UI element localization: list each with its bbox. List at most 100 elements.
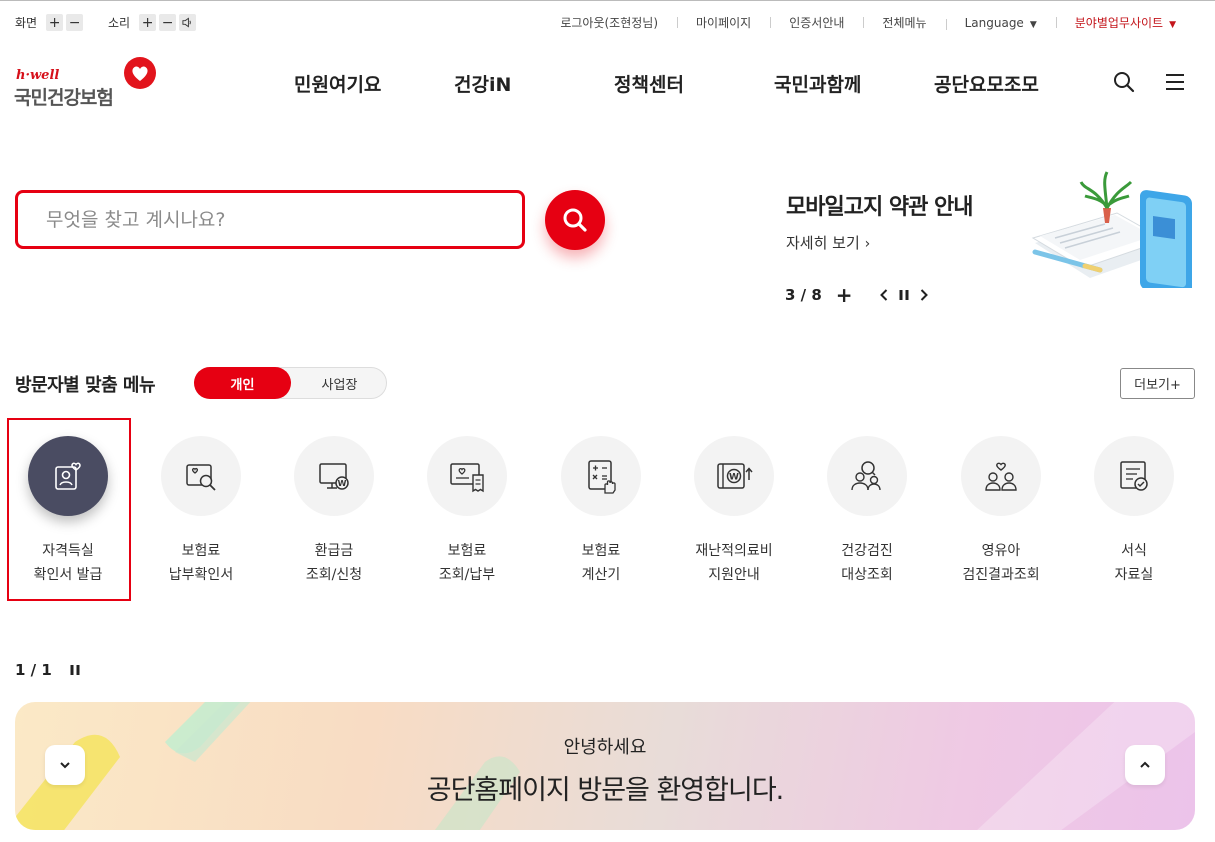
caret-down-icon: ▼ (1029, 19, 1037, 30)
menu-item-label: 서식 자료실 (1074, 539, 1194, 587)
visitor-menu-title: 방문자별 맞춤 메뉴 (15, 375, 156, 396)
menu-icon-circle (827, 436, 907, 516)
logo-hwell-text: h·well (16, 68, 60, 83)
screen-zoom-out-button[interactable]: − (66, 14, 84, 31)
business-site-dropdown[interactable]: 분야별업무사이트 ▼ (1055, 14, 1195, 31)
nav-with-people[interactable]: 국민과함께 (774, 70, 861, 97)
nhis-logo[interactable]: h·well 국민건강보험 (14, 56, 159, 109)
chevron-right-icon (920, 289, 928, 301)
menu-item-label: 자격득실 확인서 발급 (8, 539, 128, 587)
chevron-down-icon (60, 762, 70, 769)
banner-pause-button[interactable] (898, 289, 910, 301)
menu-item-forms-library[interactable]: 서식 자료실 (1074, 436, 1194, 587)
utility-links: 로그아웃(조현정님) 마이페이지 인증서안내 전체메뉴 Language ▼ 분야… (541, 14, 1195, 31)
menu-item-label-line2: 계산기 (581, 567, 621, 583)
screen-zoom-in-button[interactable]: + (46, 14, 64, 31)
menu-icon-circle (561, 436, 641, 516)
nav-policy-center[interactable]: 정책센터 (614, 70, 684, 97)
full-menu-link[interactable]: 전체메뉴 (863, 14, 945, 31)
menu-item-label: 환급금 조회/신청 (274, 539, 394, 587)
menu-pause-button[interactable] (69, 664, 81, 676)
chevron-up-icon (1140, 761, 1150, 768)
chevron-right-icon: › (864, 236, 871, 252)
business-site-label: 분야별업무사이트 (1074, 16, 1164, 30)
menu-item-label-line2: 검진결과조회 (962, 567, 1040, 583)
menu-item-label-line1: 서식 (1121, 543, 1147, 559)
toggle-business[interactable]: 사업장 (291, 367, 388, 399)
banner-more-link[interactable]: 자세히 보기 › (786, 232, 870, 253)
menu-item-premium-calculator[interactable]: 보험료계산기 (541, 436, 661, 587)
nav-about[interactable]: 공단요모조모 (934, 70, 1039, 97)
certificate-guide-link[interactable]: 인증서안내 (770, 14, 863, 31)
menu-item-label-line1: 영유아 (981, 543, 1021, 559)
pause-icon (899, 290, 909, 300)
search-icon[interactable] (1112, 70, 1136, 94)
menu-icon-circle (961, 436, 1041, 516)
more-button[interactable]: 더보기+ (1120, 368, 1195, 399)
logo-name: 국민건강보험 (14, 87, 114, 109)
certificate-person-icon (55, 462, 81, 490)
nav-health-in[interactable]: 건강iN (454, 70, 511, 97)
speaker-button[interactable] (179, 14, 197, 31)
menu-item-label: 건강검진 대상조회 (807, 539, 927, 587)
menu-item-catastrophic-medical-support[interactable]: W 재난적의료비 지원안내 (674, 436, 794, 587)
menu-item-label-line2: 납부확인서 (168, 567, 234, 583)
speaker-icon (182, 17, 191, 28)
hamburger-menu-icon[interactable] (1163, 70, 1187, 94)
menu-item-premium-payment-certificate[interactable]: 보험료 납부확인서 (141, 436, 261, 587)
menu-item-label-line2: 지원안내 (708, 567, 760, 583)
welcome-panel: 안녕하세요 공단홈페이지 방문을 환영합니다. (15, 702, 1195, 830)
banner-more-label: 자세히 보기 (786, 234, 860, 252)
menu-item-label: 보험료계산기 (541, 539, 661, 587)
sound-controls: 소리 + − (108, 14, 197, 31)
menu-icon-circle: W (294, 436, 374, 516)
people-search-icon (851, 461, 881, 491)
volume-up-button[interactable]: + (139, 14, 157, 31)
banner-prev-button[interactable] (879, 288, 889, 302)
welcome-greeting: 안녕하세요 (563, 737, 647, 758)
search-input[interactable] (18, 193, 522, 246)
welcome-collapse-button[interactable] (1125, 745, 1165, 785)
menu-item-refund-inquiry[interactable]: W 환급금 조회/신청 (274, 436, 394, 587)
menu-item-infant-checkup-result[interactable]: 영유아검진결과조회 (941, 436, 1061, 587)
search-icon (563, 208, 587, 232)
nav-minwon[interactable]: 민원여기요 (294, 70, 381, 97)
language-label: Language (964, 15, 1024, 30)
logout-link[interactable]: 로그아웃(조현정님) (541, 14, 677, 31)
toggle-personal[interactable]: 개인 (194, 367, 291, 399)
menu-item-label: 재난적의료비 지원안내 (674, 539, 794, 587)
menu-icon-circle: W (694, 436, 774, 516)
search-button[interactable] (545, 190, 605, 250)
svg-text:W: W (338, 479, 347, 488)
menu-icon-circle (28, 436, 108, 516)
menu-item-qualification-certificate[interactable]: 자격득실 확인서 발급 (8, 436, 128, 587)
receipt-icon (450, 463, 484, 493)
heart-logo-icon (124, 57, 156, 89)
menu-item-label-line2: 확인서 발급 (33, 567, 103, 583)
menu-item-label-line1: 보험료 (581, 543, 621, 559)
menu-item-label: 보험료 납부확인서 (141, 539, 261, 587)
banner-add-button[interactable]: + (836, 283, 853, 307)
banner-controls: 3 / 8 + (785, 283, 929, 307)
form-document-icon (1120, 461, 1148, 491)
volume-down-button[interactable]: − (159, 14, 177, 31)
welcome-expand-button[interactable] (45, 745, 85, 785)
mypage-link[interactable]: 마이페이지 (677, 14, 770, 31)
menu-item-health-checkup-target[interactable]: 건강검진 대상조회 (807, 436, 927, 587)
won-support-icon: W (717, 463, 753, 489)
banner-title: 모바일고지 약관 안내 (786, 195, 973, 220)
menu-icon-circle (1094, 436, 1174, 516)
menu-page-indicator: 1 / 1 (15, 661, 52, 679)
welcome-decoration (15, 702, 1195, 830)
welcome-message: 공단홈페이지 방문을 환영합니다. (426, 775, 785, 806)
screen-zoom-controls: 화면 + − (15, 14, 84, 31)
pause-icon (70, 665, 80, 675)
sound-label: 소리 (108, 16, 131, 30)
menu-item-label-line2: 조회/신청 (305, 567, 363, 583)
banner-next-button[interactable] (919, 288, 929, 302)
caret-down-icon: ▼ (1169, 20, 1176, 30)
menu-icon-circle (427, 436, 507, 516)
utility-bar: 화면 + − 소리 + − 로그아웃(조현정님) 마이페이지 인증서안내 전체메… (0, 14, 1215, 36)
menu-item-premium-payment[interactable]: 보험료 조회/납부 (407, 436, 527, 587)
language-dropdown[interactable]: Language ▼ (945, 15, 1056, 30)
